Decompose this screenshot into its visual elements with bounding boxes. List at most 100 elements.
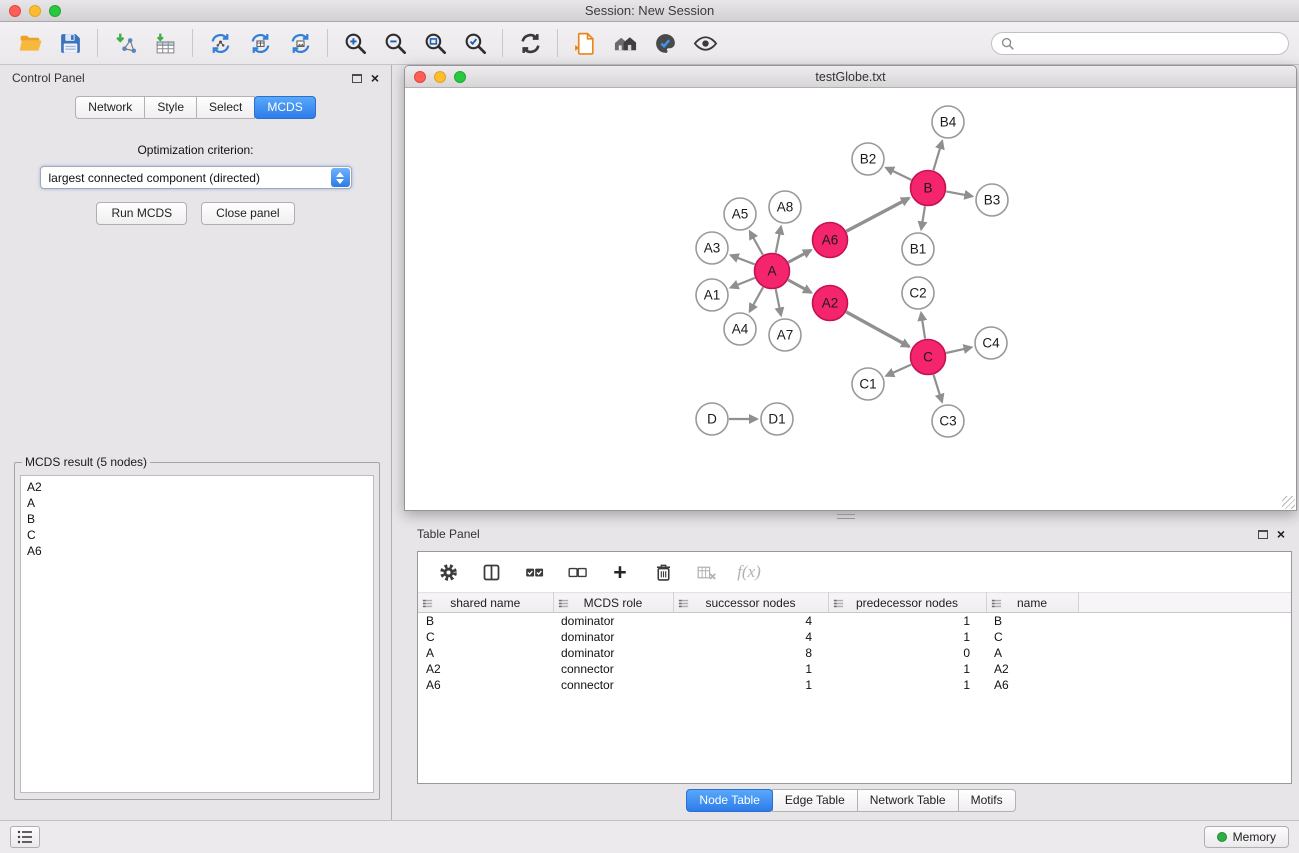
node-A1[interactable]: A1: [696, 279, 728, 311]
node-C[interactable]: C: [911, 340, 946, 375]
tab-network-table[interactable]: Network Table: [857, 789, 959, 812]
column-header-shared-name[interactable]: shared name: [418, 593, 553, 613]
table-row[interactable]: A2connector11A2: [418, 661, 1291, 677]
import-network-from-file-button[interactable]: [105, 25, 145, 61]
table-row[interactable]: A6connector11A6: [418, 677, 1291, 693]
float-table-panel-icon[interactable]: [1258, 530, 1268, 539]
edge-A-A6[interactable]: [788, 250, 811, 262]
node-A4[interactable]: A4: [724, 313, 756, 345]
node-A7[interactable]: A7: [769, 319, 801, 351]
result-item[interactable]: C: [27, 527, 367, 543]
table-row[interactable]: Cdominator41C: [418, 629, 1291, 645]
search-field[interactable]: [991, 32, 1289, 55]
table-scroll-area[interactable]: shared name MCDS role successor nodes: [418, 592, 1291, 783]
open-session-button[interactable]: [10, 25, 50, 61]
tab-mcds[interactable]: MCDS: [254, 96, 315, 119]
create-column-button[interactable]: +: [607, 559, 633, 585]
refresh-network-view-button[interactable]: [510, 25, 550, 61]
edge-A-A5[interactable]: [750, 231, 763, 255]
apply-preferred-layout-button[interactable]: [605, 25, 645, 61]
edge-C-C2[interactable]: [921, 313, 925, 339]
result-item[interactable]: A2: [27, 479, 367, 495]
node-A5[interactable]: A5: [724, 198, 756, 230]
unselect-all-columns-button[interactable]: [564, 559, 590, 585]
result-item[interactable]: A: [27, 495, 367, 511]
edge-B-B4[interactable]: [933, 141, 942, 170]
tab-motifs[interactable]: Motifs: [958, 789, 1016, 812]
delete-columns-button[interactable]: [650, 559, 676, 585]
node-C3[interactable]: C3: [932, 405, 964, 437]
tab-network[interactable]: Network: [75, 96, 145, 119]
zoom-in-button[interactable]: [335, 25, 375, 61]
node-A2[interactable]: A2: [813, 286, 848, 321]
column-header-predecessor-nodes[interactable]: predecessor nodes: [828, 593, 986, 613]
maximize-network-window-button[interactable]: [454, 71, 466, 83]
node-A6[interactable]: A6: [813, 223, 848, 258]
close-control-panel-icon[interactable]: ×: [371, 73, 379, 83]
export-network-button[interactable]: [200, 25, 240, 61]
column-header-successor-nodes[interactable]: successor nodes: [673, 593, 828, 613]
save-session-button[interactable]: [50, 25, 90, 61]
zoom-fit-button[interactable]: [415, 25, 455, 61]
select-all-columns-button[interactable]: [521, 559, 547, 585]
import-table-from-file-button[interactable]: [145, 25, 185, 61]
table-settings-button[interactable]: [435, 559, 461, 585]
result-item[interactable]: A6: [27, 543, 367, 559]
table-row[interactable]: Adominator80A: [418, 645, 1291, 661]
result-item[interactable]: B: [27, 511, 367, 527]
edge-C-C4[interactable]: [946, 347, 971, 353]
edge-C-C3[interactable]: [934, 375, 943, 402]
edge-C-C1[interactable]: [886, 365, 911, 376]
edge-A-A4[interactable]: [750, 287, 763, 311]
node-A3[interactable]: A3: [696, 232, 728, 264]
minimize-window-button[interactable]: [29, 5, 41, 17]
show-panels-button[interactable]: [10, 826, 40, 848]
export-image-button[interactable]: [280, 25, 320, 61]
function-builder-button[interactable]: f(x): [736, 559, 762, 585]
table-row[interactable]: Bdominator41B: [418, 613, 1291, 629]
edge-B-B3[interactable]: [946, 191, 972, 196]
edge-A-A2[interactable]: [788, 280, 811, 293]
node-B4[interactable]: B4: [932, 106, 964, 138]
node-D1[interactable]: D1: [761, 403, 793, 435]
tab-edge-table[interactable]: Edge Table: [772, 789, 858, 812]
edge-A-A1[interactable]: [731, 278, 755, 288]
network-window-titlebar[interactable]: testGlobe.txt: [405, 66, 1296, 88]
node-C1[interactable]: C1: [852, 368, 884, 400]
memory-button[interactable]: Memory: [1204, 826, 1289, 848]
tab-select[interactable]: Select: [196, 96, 255, 119]
node-D[interactable]: D: [696, 403, 728, 435]
close-panel-button[interactable]: Close panel: [201, 202, 294, 225]
edge-A2-C[interactable]: [846, 312, 909, 347]
column-header-name[interactable]: name: [986, 593, 1078, 613]
node-C4[interactable]: C4: [975, 327, 1007, 359]
tab-node-table[interactable]: Node Table: [686, 789, 773, 812]
network-view-window[interactable]: testGlobe.txt B4B2BB3A8A5A6A3B1AC2A1A2A4…: [404, 65, 1297, 511]
splitter-handle[interactable]: [837, 514, 855, 519]
run-mcds-button[interactable]: Run MCDS: [96, 202, 187, 225]
zoom-out-button[interactable]: [375, 25, 415, 61]
node-B[interactable]: B: [911, 171, 946, 206]
edge-B-B1[interactable]: [921, 206, 925, 229]
close-network-window-button[interactable]: [414, 71, 426, 83]
close-window-button[interactable]: [9, 5, 21, 17]
node-A8[interactable]: A8: [769, 191, 801, 223]
window-resize-grip[interactable]: [1282, 496, 1295, 509]
node-B3[interactable]: B3: [976, 184, 1008, 216]
edge-A-A7[interactable]: [776, 289, 781, 315]
delete-table-button[interactable]: [693, 559, 719, 585]
edge-A-A8[interactable]: [776, 227, 781, 253]
minimize-network-window-button[interactable]: [434, 71, 446, 83]
show-graphics-details-button[interactable]: [685, 25, 725, 61]
tab-style[interactable]: Style: [144, 96, 197, 119]
edge-B-B2[interactable]: [886, 168, 911, 180]
close-table-panel-icon[interactable]: ×: [1277, 529, 1285, 539]
node-C2[interactable]: C2: [902, 277, 934, 309]
node-B2[interactable]: B2: [852, 143, 884, 175]
export-table-button[interactable]: [240, 25, 280, 61]
apply-style-button[interactable]: [645, 25, 685, 61]
network-canvas[interactable]: B4B2BB3A8A5A6A3B1AC2A1A2A4A7C4CC1C3DD1: [405, 88, 1296, 510]
float-panel-icon[interactable]: [352, 74, 362, 83]
edge-A-A3[interactable]: [731, 255, 755, 264]
maximize-window-button[interactable]: [49, 5, 61, 17]
